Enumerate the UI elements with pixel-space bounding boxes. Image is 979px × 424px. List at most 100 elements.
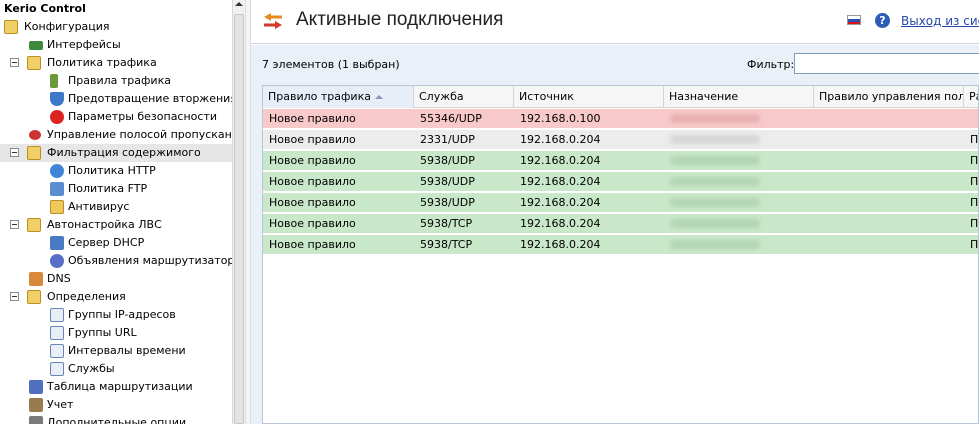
collapse-toggle[interactable]	[10, 148, 19, 157]
column-label: Правило управления пол…	[819, 90, 964, 103]
cell-rule: Новое правило	[269, 175, 356, 188]
table-header: Правило трафика Служба Источник Назначен…	[263, 86, 978, 108]
cell-destination	[664, 193, 814, 213]
folder-icon	[27, 290, 41, 304]
tree-item-http-policy[interactable]: Политика HTTP	[0, 162, 232, 180]
cell-bandwidth-rule	[814, 130, 964, 150]
tree-item-content-filtering[interactable]: Фильтрация содержимого	[0, 144, 232, 162]
network-card-icon	[29, 41, 43, 50]
table-row[interactable]: Новое правило 5938/UDP 192.168.0.204 По	[263, 151, 978, 171]
traffic-rules-icon	[50, 74, 58, 88]
tree-item-services[interactable]: Службы	[0, 360, 232, 378]
tree-item-intrusion-prevention[interactable]: Предотвращение вторжения	[0, 90, 232, 108]
tree-label: Предотвращение вторжения	[68, 92, 232, 105]
tree-item-interfaces[interactable]: Интерфейсы	[0, 36, 232, 54]
column-label: Назначение	[669, 90, 739, 103]
tree-label: DNS	[47, 272, 71, 285]
logout-link[interactable]: Выход из систе	[901, 14, 979, 28]
globe-icon	[50, 164, 64, 178]
tree-label: Антивирус	[68, 200, 130, 213]
tree-item-antivirus[interactable]: Антивирус	[0, 198, 232, 216]
tree-item-accounting[interactable]: Учет	[0, 396, 232, 414]
redacted-address	[670, 114, 760, 123]
tree-item-advanced-options[interactable]: Дополнительные опции	[0, 414, 232, 424]
sidebar-scrollbar[interactable]	[232, 0, 245, 424]
cell-bandwidth-rule	[814, 109, 964, 129]
navigation-tree: Kerio Control Конфигурация Интерфейсы По…	[0, 0, 232, 424]
cell-extra: По	[970, 133, 979, 146]
item-count: 7 элементов (1 выбран)	[262, 58, 400, 71]
cell-extra: По	[970, 217, 979, 230]
column-header-extra[interactable]: Ра	[964, 86, 978, 108]
tree-item-router-advertisements[interactable]: Объявления маршрутизатора IP	[0, 252, 232, 270]
cell-rule: Новое правило	[269, 154, 356, 167]
column-header-rule[interactable]: Правило трафика	[263, 86, 414, 108]
redacted-address	[670, 177, 760, 186]
cell-rule: Новое правило	[269, 217, 356, 230]
tree-item-traffic-policy[interactable]: Политика трафика	[0, 54, 232, 72]
connections-table: Правило трафика Служба Источник Назначен…	[262, 85, 979, 424]
table-row[interactable]: Новое правило 5938/TCP 192.168.0.204 По	[263, 235, 978, 255]
tree-item-security-settings[interactable]: Параметры безопасности	[0, 108, 232, 126]
tree-item-traffic-rules[interactable]: Правила трафика	[0, 72, 232, 90]
ip-groups-icon	[50, 308, 64, 322]
cell-extra: По	[970, 175, 979, 188]
bandwidth-icon	[29, 130, 41, 140]
cell-extra	[964, 109, 978, 129]
table-row[interactable]: Новое правило 2331/UDP 192.168.0.204 По	[263, 130, 979, 150]
cell-destination	[664, 172, 814, 192]
cell-service: 5938/TCP	[420, 238, 473, 251]
collapse-toggle[interactable]	[10, 58, 19, 67]
tree-label: Политика HTTP	[68, 164, 156, 177]
cell-source: 192.168.0.204	[520, 217, 601, 230]
tree-item-dns[interactable]: DNS	[0, 270, 232, 288]
folder-icon	[27, 146, 41, 160]
cell-destination	[664, 130, 814, 150]
cell-rule: Новое правило	[269, 112, 356, 125]
column-header-destination[interactable]: Назначение	[664, 86, 814, 108]
tree-item-ftp-policy[interactable]: Политика FTP	[0, 180, 232, 198]
router-icon	[50, 254, 64, 268]
tree-label: Правила трафика	[68, 74, 171, 87]
table-row[interactable]: Новое правило 5938/UDP 192.168.0.204 По	[263, 172, 979, 192]
column-header-source[interactable]: Источник	[514, 86, 664, 108]
column-header-bandwidth-rule[interactable]: Правило управления пол…	[814, 86, 964, 108]
collapse-toggle[interactable]	[10, 220, 19, 229]
scrollbar-thumb[interactable]	[234, 14, 244, 424]
tree-label: Объявления маршрутизатора IP	[68, 254, 232, 267]
filter-input[interactable]	[794, 53, 979, 74]
routing-table-icon	[29, 380, 43, 394]
tree-item-ip-groups[interactable]: Группы IP-адресов	[0, 306, 232, 324]
cell-source: 192.168.0.204	[520, 175, 601, 188]
cell-source: 192.168.0.204	[520, 238, 601, 251]
tree-item-url-groups[interactable]: Группы URL	[0, 324, 232, 342]
redacted-address	[670, 156, 760, 165]
column-label: Ра	[969, 90, 978, 103]
gear-folder-icon	[4, 20, 18, 34]
kerio-control-window: Kerio Control Конфигурация Интерфейсы По…	[0, 0, 979, 424]
folder-icon	[27, 218, 41, 232]
tree-label: Политика трафика	[47, 56, 157, 69]
help-icon[interactable]: ?	[875, 13, 890, 28]
cell-source: 192.168.0.204	[520, 133, 601, 146]
cell-bandwidth-rule	[814, 235, 964, 255]
tree-label: Фильтрация содержимого	[47, 146, 201, 159]
table-row[interactable]: Новое правило 55346/UDP 192.168.0.100	[263, 109, 978, 129]
scroll-up-icon[interactable]	[235, 2, 243, 6]
tree-item-lan-autoconfig[interactable]: Автонастройка ЛВС	[0, 216, 232, 234]
column-header-service[interactable]: Служба	[414, 86, 514, 108]
table-row[interactable]: Новое правило 5938/TCP 192.168.0.204 По	[263, 214, 979, 234]
clock-icon	[50, 344, 64, 358]
tree-item-definitions[interactable]: Определения	[0, 288, 232, 306]
tree-item-bandwidth[interactable]: Управление полосой пропускания и	[0, 126, 232, 144]
column-label: Источник	[519, 90, 574, 103]
ftp-icon	[50, 182, 64, 196]
tree-item-dhcp-server[interactable]: Сервер DHCP	[0, 234, 232, 252]
column-label: Правило трафика	[268, 90, 371, 103]
tree-item-time-ranges[interactable]: Интервалы времени	[0, 342, 232, 360]
collapse-toggle[interactable]	[10, 292, 19, 301]
tree-item-routing-table[interactable]: Таблица маршрутизации	[0, 378, 232, 396]
russian-flag-icon[interactable]	[847, 15, 861, 25]
table-row[interactable]: Новое правило 5938/UDP 192.168.0.204 По	[263, 193, 978, 213]
tree-item-configuration[interactable]: Конфигурация	[0, 18, 232, 36]
